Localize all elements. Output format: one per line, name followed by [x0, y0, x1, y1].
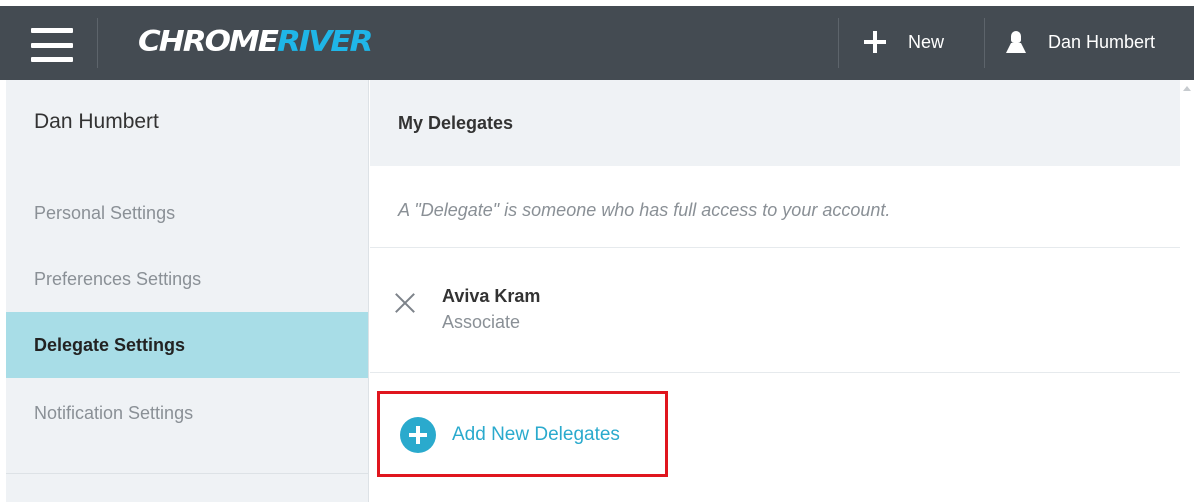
sidebar-item-delegate-settings[interactable]: Delegate Settings [6, 312, 368, 378]
plus-icon [864, 31, 886, 53]
top-navigation-bar: CHROMERIVER New Dan Humbert [0, 0, 1194, 80]
user-icon [1006, 31, 1026, 53]
scroll-up-arrow-icon[interactable] [1183, 86, 1191, 91]
new-button[interactable]: New [854, 16, 972, 68]
sidebar-item-label: Notification Settings [34, 402, 194, 423]
delegate-name: Aviva Kram [442, 286, 541, 306]
logo-text-chrome: CHROME [138, 25, 279, 59]
chrome-river-logo[interactable]: CHROMERIVER [138, 24, 373, 61]
user-menu-button[interactable]: Dan Humbert [984, 16, 1194, 68]
section-header: My Delegates [370, 80, 1180, 166]
delegate-row: Aviva Kram Associate [370, 248, 1180, 372]
new-button-label: New [908, 31, 945, 52]
nav-divider [838, 18, 839, 68]
row-divider [370, 372, 1180, 373]
delegate-role: Associate [442, 312, 521, 332]
sidebar-item-notification-settings[interactable]: Notification Settings [6, 380, 368, 446]
user-name: Dan Humbert [1048, 31, 1156, 52]
vertical-scrollbar[interactable] [1180, 80, 1194, 502]
delegate-description: A "Delegate" is someone who has full acc… [398, 200, 891, 220]
add-circle-icon [400, 417, 436, 453]
sidebar-item-label: Preferences Settings [34, 268, 202, 289]
settings-sidebar: Dan Humbert Personal Settings Preference… [6, 80, 369, 502]
page-title: My Delegates [398, 112, 514, 133]
sidebar-item-label: Personal Settings [34, 202, 176, 223]
main-panel: My Delegates A "Delegate" is someone who… [370, 80, 1180, 502]
sidebar-item-personal-settings[interactable]: Personal Settings [6, 180, 368, 246]
sidebar-item-label: Delegate Settings [34, 334, 186, 355]
logo-text-river: RIVER [276, 25, 373, 59]
sidebar-item-preferences-settings[interactable]: Preferences Settings [6, 246, 368, 312]
sidebar-user-name: Dan Humbert [34, 110, 159, 133]
hamburger-menu-icon[interactable] [20, 22, 84, 68]
sidebar-divider [6, 473, 368, 474]
nav-divider [97, 18, 98, 68]
add-new-delegates-label: Add New Delegates [452, 424, 620, 445]
add-new-delegates-button[interactable]: Add New Delegates [400, 417, 620, 453]
remove-icon[interactable] [394, 292, 416, 314]
